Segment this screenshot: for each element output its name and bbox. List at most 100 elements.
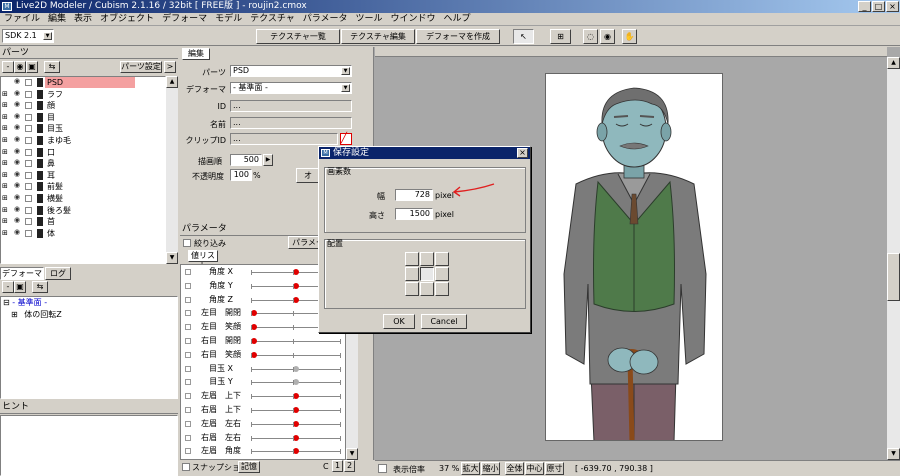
parameter-row[interactable]: 右眉 上下	[181, 405, 345, 416]
parameter-slider[interactable]	[251, 393, 341, 400]
parts-row[interactable]: ⊞ ◉ ラフ	[1, 89, 165, 101]
anchor-top-left[interactable]	[405, 252, 419, 266]
parts-row[interactable]: ⊞ ◉ 首	[1, 216, 165, 228]
swap-icon[interactable]: ⇆	[44, 61, 60, 73]
menu-item-9[interactable]: ウインドウ	[386, 13, 439, 26]
center-button[interactable]: 中心	[525, 462, 544, 475]
parameter-checkbox[interactable]	[185, 407, 191, 413]
eye-icon[interactable]: ◉	[12, 158, 22, 166]
eye-icon[interactable]: ◉	[12, 228, 22, 236]
eye-icon[interactable]: ◉	[12, 89, 22, 97]
hand-tool-button[interactable]: ✋	[622, 29, 637, 44]
parts-row[interactable]: ◉ PSD	[1, 77, 165, 89]
eye-icon[interactable]: ◉	[12, 181, 22, 189]
deformer-child[interactable]: ⊞ 体の回転Z	[1, 309, 177, 321]
sdk-select[interactable]: SDK 2.1 ▼	[2, 29, 54, 43]
lock-checkbox[interactable]	[25, 206, 32, 214]
eye-icon[interactable]: ◉	[12, 170, 22, 178]
texture-list-button[interactable]: テクスチャ一覧	[256, 29, 340, 44]
parameter-checkbox[interactable]	[185, 282, 191, 289]
lock-icon[interactable]: ▣	[14, 281, 26, 293]
width-input[interactable]: 728	[395, 189, 433, 201]
parameter-checkbox[interactable]	[185, 338, 191, 344]
parameter-checkbox[interactable]	[185, 269, 191, 275]
deformer-select[interactable]: - 基準面 - ▼	[230, 82, 352, 94]
menu-item-0[interactable]: ファイル	[0, 13, 44, 26]
anchor-top-right[interactable]	[435, 252, 449, 266]
anchor-bottom-center[interactable]	[420, 282, 434, 296]
anchor-top-center[interactable]	[420, 252, 434, 266]
parameter-checkbox[interactable]	[185, 365, 191, 372]
eye-icon[interactable]: ◉	[12, 100, 22, 108]
lock-checkbox[interactable]	[25, 160, 32, 168]
parts-scrollbar[interactable]: ▲ ▼	[166, 76, 178, 264]
minimize-button[interactable]: _	[858, 1, 871, 12]
parameter-slider[interactable]	[251, 407, 341, 413]
parts-row[interactable]: ⊞ ◉ 体	[1, 228, 165, 240]
parameter-checkbox[interactable]	[185, 434, 191, 441]
lock-checkbox[interactable]	[25, 194, 32, 202]
menu-item-3[interactable]: オブジェクト	[96, 13, 158, 26]
parts-row[interactable]: ⊞ ◉ 後ろ髪	[1, 205, 165, 217]
memory-button[interactable]: 記憶	[238, 461, 260, 473]
eye-icon[interactable]: ◉	[12, 216, 22, 224]
scroll-up-icon[interactable]: ▲	[166, 76, 178, 88]
name-field[interactable]: ...	[230, 117, 352, 129]
menu-item-8[interactable]: ツール	[351, 13, 386, 26]
menu-item-4[interactable]: デフォーマ	[158, 13, 211, 26]
anchor-middle-right[interactable]	[435, 267, 449, 281]
dialog-close-button[interactable]: ×	[517, 148, 528, 158]
parts-row[interactable]: ⊞ ◉ 目玉	[1, 123, 165, 135]
parameter-row[interactable]: 左眉 左右	[181, 419, 345, 430]
parameter-checkbox[interactable]	[185, 296, 191, 303]
lock-checkbox[interactable]	[25, 229, 32, 237]
cancel-button[interactable]: Cancel	[421, 314, 467, 329]
menu-item-10[interactable]: ヘルプ	[440, 13, 475, 26]
swap-icon[interactable]: ⇆	[32, 281, 48, 293]
fit-button[interactable]: 全体	[505, 462, 524, 475]
parameter-row[interactable]: 右目 開閉	[181, 336, 345, 347]
anchor-middle-left[interactable]	[405, 267, 419, 281]
menu-item-6[interactable]: テクスチャ	[246, 13, 299, 26]
lock-checkbox[interactable]	[25, 102, 32, 110]
close-button[interactable]: ×	[886, 1, 899, 12]
eye-icon[interactable]: ◉	[12, 193, 22, 201]
actual-size-button[interactable]: 原寸	[545, 462, 564, 475]
parameter-checkbox[interactable]	[185, 420, 191, 427]
parameter-checkbox[interactable]	[185, 324, 191, 331]
tab-log[interactable]: ログ	[45, 267, 71, 280]
eye-icon[interactable]: ◉	[14, 61, 26, 73]
clip-id-field[interactable]: ...	[230, 133, 338, 145]
anchor-bottom-right[interactable]	[435, 282, 449, 296]
parts-row[interactable]: ⊞ ◉ 耳	[1, 170, 165, 182]
eye-icon[interactable]: ◉	[12, 77, 22, 85]
scroll-down-icon[interactable]: ▼	[346, 448, 358, 460]
zoom-in-button[interactable]: 拡大	[461, 462, 480, 475]
parts-row[interactable]: ⊞ ◉ 目	[1, 112, 165, 124]
lock-checkbox[interactable]	[25, 90, 32, 98]
parts-row[interactable]: ⊞ ◉ 口	[1, 147, 165, 159]
menu-item-7[interactable]: パラメータ	[299, 13, 352, 26]
parameter-slider[interactable]	[251, 420, 341, 427]
value-list-tab[interactable]: 値リスト	[188, 250, 218, 270]
deformer-root[interactable]: ⊟ - 基準面 -	[1, 297, 177, 309]
parts-row[interactable]: ⊞ ◉ 前髪	[1, 181, 165, 193]
lock-checkbox[interactable]	[25, 148, 32, 156]
parameter-slider[interactable]	[251, 351, 341, 358]
parameter-slider[interactable]	[251, 448, 341, 455]
parameter-slider[interactable]	[251, 365, 341, 372]
select-tool-button[interactable]: ↖	[513, 29, 534, 44]
eye-tool-button[interactable]: ◉	[600, 29, 615, 44]
scroll-up-icon[interactable]: ▲	[887, 57, 900, 69]
lock-checkbox[interactable]	[25, 79, 32, 86]
chevron-right-icon[interactable]: >	[164, 61, 176, 73]
parameter-checkbox[interactable]	[185, 379, 191, 386]
parameter-slider[interactable]	[251, 379, 341, 386]
ok-button[interactable]: OK	[383, 314, 415, 329]
create-deformer-button[interactable]: デフォーマを作成	[416, 29, 500, 44]
zoom-out-button[interactable]: 縮小	[481, 462, 500, 475]
parts-settings-button[interactable]: パーツ設定	[120, 61, 162, 73]
scroll-down-icon[interactable]: ▼	[166, 252, 178, 264]
parameter-checkbox[interactable]	[185, 393, 191, 400]
parameter-checkbox[interactable]	[185, 448, 191, 455]
